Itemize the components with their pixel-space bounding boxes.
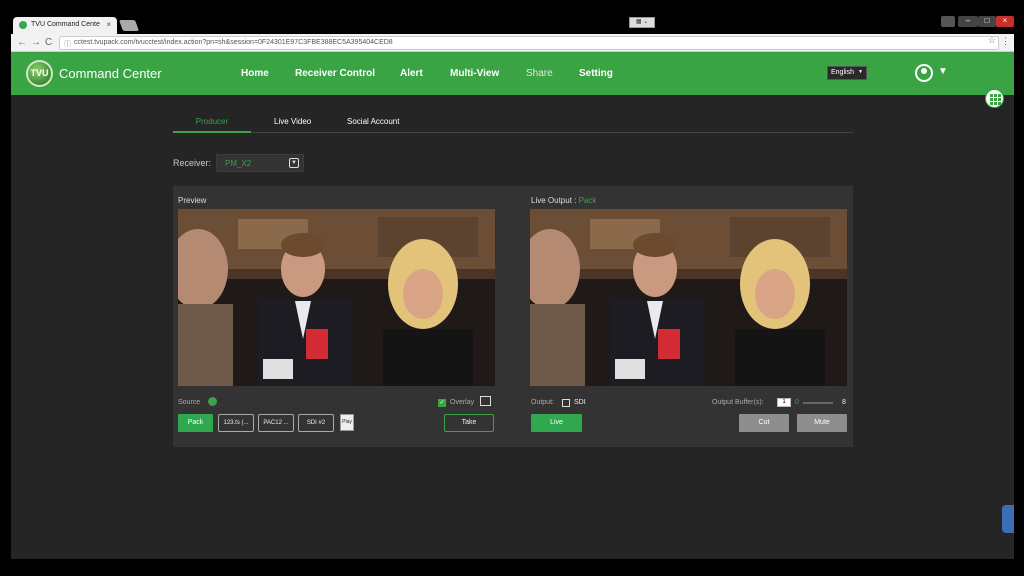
feedback-widget[interactable] [1002, 505, 1014, 533]
nav-multi-view[interactable]: Multi-View [450, 68, 499, 79]
source-sdi2-button[interactable]: SDI #2 [298, 414, 334, 432]
play-file-icon[interactable]: Play [340, 414, 354, 431]
overlay-checkbox[interactable]: ✓ [438, 399, 446, 407]
browser-window: TVU Command Cente × ▦ ⌄ – □ × ← → C ⓘ cc… [11, 14, 1014, 559]
sub-navigation: Producer Live Video Social Account [173, 117, 853, 133]
live-output-video [530, 209, 847, 386]
browser-tab-title: TVU Command Cente [31, 21, 100, 28]
info-icon[interactable]: ⓘ [64, 39, 71, 49]
nav-setting[interactable]: Setting [579, 68, 613, 79]
tvu-favicon-icon [19, 21, 27, 29]
language-select[interactable]: English ▼ [827, 66, 867, 80]
maximize-button[interactable]: □ [978, 16, 996, 27]
caret-down-icon: ▼ [858, 69, 863, 75]
nav-home[interactable]: Home [241, 68, 269, 79]
mute-button[interactable]: Mute [797, 414, 847, 432]
tab-social-account[interactable]: Social Account [347, 117, 399, 133]
cut-button[interactable]: Cut [739, 414, 789, 432]
output-buffer-label: Output Buffer(s): [712, 399, 764, 406]
live-output-title: Live Output : Pack [531, 196, 596, 205]
app-title: Command Center [59, 66, 162, 81]
buffer-slider[interactable] [803, 402, 833, 404]
receiver-label: Receiver: [173, 158, 212, 168]
nav-alert[interactable]: Alert [400, 68, 423, 79]
interview-video-frame-live [530, 209, 847, 386]
source-pac12-button[interactable]: PAC12 ... [258, 414, 294, 432]
url-text: cctest.tvupack.com/tvucctest/index.actio… [74, 39, 393, 46]
tab-close-icon[interactable]: × [106, 20, 111, 29]
tab-live-video[interactable]: Live Video [274, 117, 311, 133]
close-window-button[interactable]: × [996, 16, 1014, 27]
buffer-max-value: 8 [842, 399, 846, 406]
live-output-label: Live Output : [531, 196, 577, 205]
output-buffer-input[interactable]: 1 [777, 398, 791, 407]
nav-share[interactable]: Share [526, 68, 553, 79]
source-123ts-button[interactable]: 123.ts (... [218, 414, 254, 432]
address-bar: ← → C ⓘ cctest.tvupack.com/tvucctest/ind… [11, 34, 1014, 52]
source-pack-button[interactable]: Pack [178, 414, 213, 432]
live-button[interactable]: Live [531, 414, 582, 432]
app-header: TVU Command Center Home Receiver Control… [11, 52, 1014, 95]
overlay-label: Overlay [450, 399, 475, 406]
window-tile-icon[interactable]: ▦ ⌄ [629, 17, 655, 28]
receiver-value: PM_X2 [225, 159, 252, 168]
browser-menu-icon[interactable]: ⋮ [1001, 36, 1010, 47]
new-tab-button[interactable] [118, 20, 140, 31]
preview-title: Preview [178, 196, 207, 205]
apps-grid-icon[interactable] [985, 89, 1004, 108]
forward-button[interactable]: → [31, 37, 41, 48]
take-button[interactable]: Take [444, 414, 494, 432]
user-avatar-icon[interactable] [915, 64, 933, 82]
preview-video [178, 209, 495, 386]
source-label: Source [178, 399, 201, 406]
live-output-source: Pack [578, 196, 597, 205]
interview-video-frame [178, 209, 495, 386]
profile-icon[interactable] [941, 16, 955, 27]
buffer-min-value: 0 [795, 399, 799, 406]
tab-producer[interactable]: Producer [173, 117, 251, 133]
user-menu-caret-icon[interactable]: ▼ [938, 66, 948, 77]
url-input[interactable]: ⓘ cctest.tvupack.com/tvucctest/index.act… [59, 36, 999, 50]
browser-tab-strip: TVU Command Cente × ▦ ⌄ – □ × [11, 14, 1014, 34]
overlay-image-icon[interactable] [480, 396, 491, 406]
receiver-select[interactable]: PM_X2 ▼ [216, 154, 304, 172]
reload-button[interactable]: C [45, 37, 52, 48]
tvu-logo[interactable]: TVU [26, 60, 53, 87]
nav-receiver-control[interactable]: Receiver Control [295, 68, 375, 79]
language-value: English [831, 69, 854, 76]
sdi-label: SDI [574, 399, 586, 406]
output-label: Output: [531, 399, 554, 406]
producer-panel: Preview Source ✓ Overlay Pack 123.ts (..… [173, 186, 853, 447]
back-button[interactable]: ← [17, 37, 27, 48]
dropdown-icon: ▼ [289, 158, 299, 168]
edit-source-icon[interactable] [208, 397, 217, 406]
browser-tab[interactable]: TVU Command Cente × [13, 17, 117, 34]
sdi-checkbox[interactable] [562, 399, 570, 407]
bookmark-star-icon[interactable]: ☆ [988, 35, 996, 46]
minimize-button[interactable]: – [958, 16, 978, 27]
